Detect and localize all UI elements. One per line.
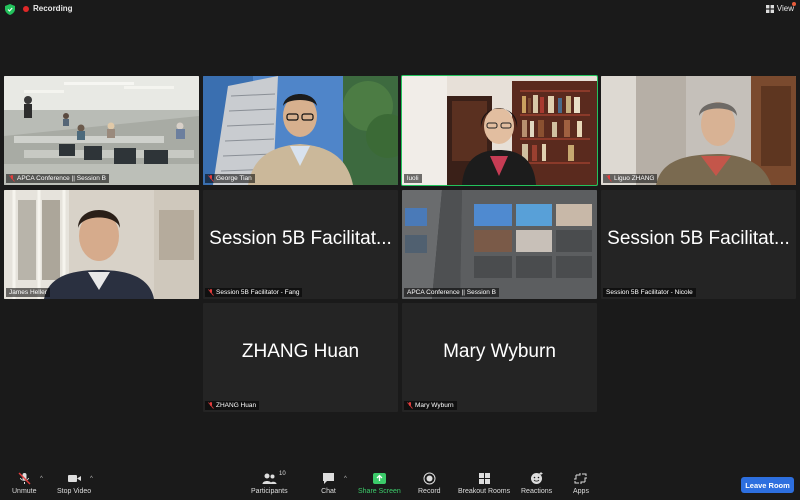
participant-name-tag: APCA Conference || Session B <box>404 288 500 297</box>
view-button[interactable]: View <box>765 2 796 13</box>
apps-icon <box>574 473 588 484</box>
breakout-rooms-icon <box>478 473 490 484</box>
george-tian-video <box>203 76 398 185</box>
record-button[interactable]: Record <box>418 472 441 495</box>
participant-name-tag: Session 5B Facilitator - Nicole <box>603 288 696 297</box>
chat-options-caret-icon[interactable]: ^ <box>344 476 347 482</box>
video-camera-icon <box>67 475 81 482</box>
liguo-zhang-video <box>601 76 796 185</box>
recording-dot-icon <box>23 5 29 12</box>
participant-display-name: Session 5B Facilitat... <box>209 228 392 249</box>
video-tile-facilitator-fang[interactable]: Session 5B Facilitat... Session 5B Facil… <box>203 190 398 299</box>
luoli-video <box>402 76 597 185</box>
top-bar: Recording View <box>0 0 800 20</box>
mic-muted-icon <box>9 175 15 182</box>
video-tile-apca-screen[interactable]: APCA Conference || Session B <box>402 190 597 299</box>
mic-muted-icon <box>208 289 214 296</box>
video-tile-facilitator-nicole[interactable]: Session 5B Facilitat... Session 5B Facil… <box>601 190 796 299</box>
mic-muted-icon <box>208 402 214 409</box>
participants-count: 10 <box>279 471 286 477</box>
mic-muted-icon <box>18 472 31 485</box>
video-tile-zhang-huan[interactable]: ZHANG Huan ZHANG Huan <box>203 303 398 412</box>
recording-label: Recording <box>33 4 73 13</box>
participant-name-tag: Session 5B Facilitator - Fang <box>205 288 303 297</box>
stop-video-button[interactable]: Stop Video <box>57 472 91 495</box>
video-tile-apca-room[interactable]: APCA Conference || Session B <box>4 76 199 185</box>
video-tile-james-heller[interactable]: James Heller <box>4 190 199 299</box>
share-screen-icon <box>372 473 386 484</box>
participant-display-name: ZHANG Huan <box>241 341 360 362</box>
participant-display-name: Mary Wyburn <box>443 341 556 362</box>
participants-button[interactable]: 10 Participants <box>251 471 288 495</box>
audio-options-caret-icon[interactable]: ^ <box>40 476 43 482</box>
meeting-toolbar: Unmute ^ Stop Video ^ 10 Participants Ch… <box>0 468 800 500</box>
record-icon <box>423 472 436 485</box>
video-tile-liguo-zhang[interactable]: Liguo ZHANG <box>601 76 796 185</box>
video-tile-mary-wyburn[interactable]: Mary Wyburn Mary Wyburn <box>402 303 597 412</box>
participant-name-tag: Mary Wyburn <box>404 401 457 410</box>
notification-badge <box>792 2 796 6</box>
chat-button[interactable]: Chat <box>321 472 336 495</box>
recording-indicator[interactable]: Recording <box>23 4 73 13</box>
video-tile-george-tian[interactable]: George Tian <box>203 76 398 185</box>
share-screen-button[interactable]: Share Screen <box>358 472 401 495</box>
leave-room-button[interactable]: Leave Room <box>741 477 794 493</box>
james-heller-video <box>4 190 199 299</box>
video-tile-luoli[interactable]: luoli <box>401 75 598 186</box>
mic-muted-icon <box>606 175 612 182</box>
chat-icon <box>323 473 334 484</box>
grid-icon <box>765 4 774 13</box>
apps-button[interactable]: Apps <box>573 472 589 495</box>
view-label: View <box>776 4 794 13</box>
participant-name-tag: Liguo ZHANG <box>603 174 658 183</box>
participant-name-tag: ZHANG Huan <box>205 401 260 410</box>
participant-name-tag: APCA Conference || Session B <box>6 174 110 183</box>
unmute-button[interactable]: Unmute <box>12 472 37 495</box>
participants-icon <box>262 473 277 484</box>
participant-name-tag: George Tian <box>205 174 255 183</box>
shared-screen-video <box>402 190 597 299</box>
mic-muted-icon <box>407 402 413 409</box>
participant-name-tag: luoli <box>404 174 422 183</box>
participant-name-tag: James Heller <box>6 288 50 297</box>
video-options-caret-icon[interactable]: ^ <box>90 476 93 482</box>
classroom-video <box>4 76 199 185</box>
mic-muted-icon <box>208 175 214 182</box>
reactions-button[interactable]: Reactions <box>521 472 552 495</box>
shield-icon[interactable] <box>5 4 15 15</box>
reactions-smiley-icon <box>531 472 543 484</box>
participant-display-name: Session 5B Facilitat... <box>607 228 790 249</box>
breakout-rooms-button[interactable]: Breakout Rooms <box>458 472 510 495</box>
